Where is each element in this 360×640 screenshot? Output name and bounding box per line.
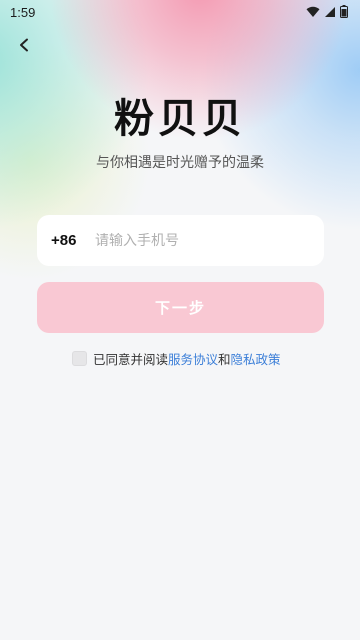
battery-icon xyxy=(340,3,348,22)
chevron-left-icon xyxy=(18,37,30,56)
agreement-text: 已同意并阅读服务协议和隐私政策 xyxy=(93,349,281,368)
agreement-prefix: 已同意并阅读 xyxy=(93,351,169,367)
agreement-checkbox[interactable] xyxy=(72,350,87,366)
agreement-row: 已同意并阅读服务协议和隐私政策 xyxy=(72,348,281,368)
back-button[interactable] xyxy=(12,34,36,58)
status-icons xyxy=(306,3,348,22)
status-time: 1:59 xyxy=(10,4,36,20)
signal-icon xyxy=(324,3,336,22)
next-button[interactable]: 下一步 xyxy=(37,282,324,333)
country-code[interactable]: +86 xyxy=(51,232,95,249)
privacy-link[interactable]: 隐私政策 xyxy=(231,352,281,367)
wifi-icon xyxy=(306,3,320,22)
status-bar: 1:59 xyxy=(0,0,360,24)
tagline: 与你相遇是时光赠予的温柔 xyxy=(96,155,264,171)
agreement-connector: 和 xyxy=(218,351,231,367)
phone-input[interactable] xyxy=(95,232,310,249)
app-title: 粉贝贝 xyxy=(114,96,246,142)
terms-link[interactable]: 服务协议 xyxy=(168,352,218,367)
phone-input-box[interactable]: +86 xyxy=(37,215,324,266)
